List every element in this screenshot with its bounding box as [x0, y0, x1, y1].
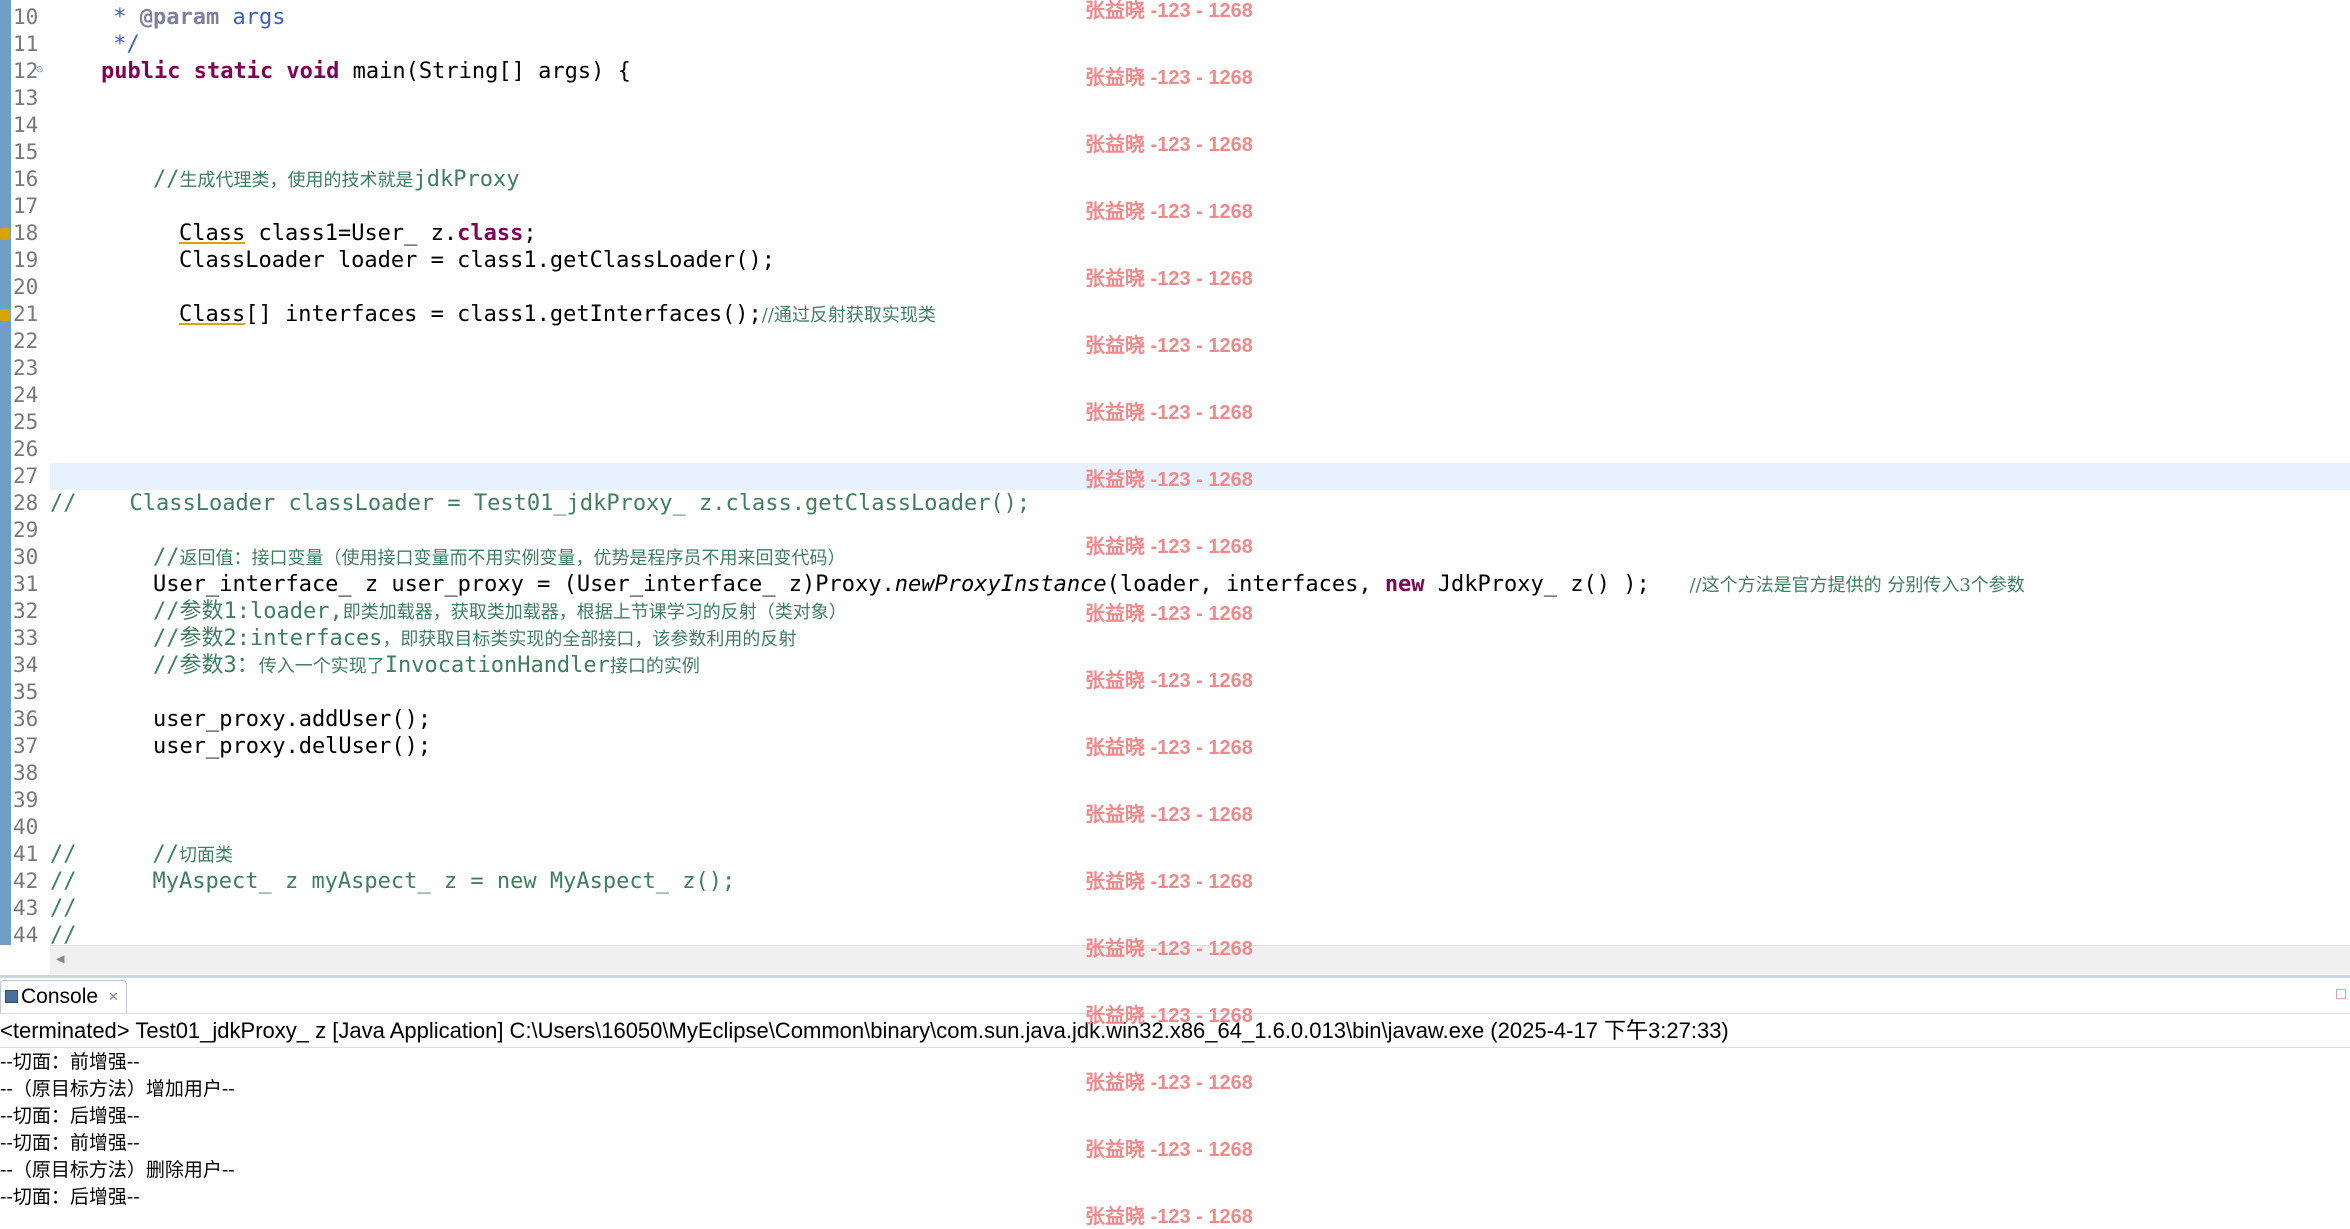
code-line-36: user_proxy.addUser();: [153, 707, 432, 732]
watermark-text: 张益晓 -123 - 1268: [1085, 268, 1253, 290]
watermark-text: 张益晓 -123 - 1268: [1085, 938, 1253, 960]
code-line-37: user_proxy.delUser();: [153, 734, 432, 759]
console-output-line: --切面：前增强--: [0, 1051, 140, 1073]
tab-console[interactable]: Console ✕: [0, 980, 127, 1013]
warning-marker-icon[interactable]: [0, 309, 10, 321]
code-line-11: */: [100, 32, 140, 57]
console-output-line: --切面：后增强--: [0, 1105, 140, 1127]
code-line-32: //参数1:loader,即类加载器，获取类加载器，根据上节课学习的反射（类对象…: [153, 599, 847, 624]
watermark-text: 张益晓 -123 - 1268: [1085, 1206, 1253, 1228]
code-line-28: //ClassLoader classLoader = Test01_jdkPr…: [50, 491, 1031, 516]
console-output-line: --（原目标方法）增加用户--: [0, 1078, 235, 1100]
code-line-12: public static void main(String[] args) {: [101, 59, 631, 84]
code-line-16: //生成代理类，使用的技术就是jdkProxy: [153, 167, 520, 192]
watermark-text: 张益晓 -123 - 1268: [1085, 670, 1253, 692]
code-line-18: Class class1=User_ z.class;: [179, 221, 537, 246]
watermark-text: 张益晓 -123 - 1268: [1085, 737, 1253, 759]
warning-marker-icon[interactable]: [0, 228, 10, 240]
watermark-text: 张益晓 -123 - 1268: [1085, 1139, 1253, 1161]
watermark-text: 张益晓 -123 - 1268: [1085, 804, 1253, 826]
watermark-text: 张益晓 -123 - 1268: [1085, 67, 1253, 89]
watermark-text: 张益晓 -123 - 1268: [1085, 0, 1253, 22]
code-line-31: User_interface_ z user_proxy = (User_int…: [153, 572, 2025, 597]
console-output-line: --切面：后增强--: [0, 1186, 140, 1208]
console-output-line: --（原目标方法）删除用户--: [0, 1159, 235, 1181]
close-icon[interactable]: ✕: [108, 981, 119, 1013]
code-line-41: ////切面类: [50, 842, 233, 867]
watermark-text: 张益晓 -123 - 1268: [1085, 603, 1253, 625]
scroll-left-icon[interactable]: ◀: [56, 951, 64, 967]
console-icon: [5, 990, 18, 1003]
console-status-line: <terminated> Test01_jdkProxy_ z [Java Ap…: [0, 1018, 1729, 1043]
watermark-text: 张益晓 -123 - 1268: [1085, 536, 1253, 558]
watermark-text: 张益晓 -123 - 1268: [1085, 469, 1253, 491]
code-line-42: //MyAspect_ z myAspect_ z = new MyAspect…: [50, 869, 736, 894]
code-line-10: * @param args: [100, 5, 286, 30]
code-line-34: //参数3：传入一个实现了InvocationHandler接口的实例: [153, 653, 700, 678]
watermark-text: 张益晓 -123 - 1268: [1085, 201, 1253, 223]
code-line-19: ClassLoader loader = class1.getClassLoad…: [179, 248, 776, 273]
watermark-text: 张益晓 -123 - 1268: [1085, 1005, 1253, 1027]
code-line-30: //返回值：接口变量（使用接口变量而不用实例变量，优势是程序员不用来回变代码）: [153, 545, 846, 570]
divider: [0, 1047, 2350, 1048]
minimize-icon[interactable]: [2336, 989, 2346, 999]
console-tab-label: Console: [21, 985, 99, 1008]
code-line-21: Class[] interfaces = class1.getInterface…: [179, 302, 936, 327]
watermark-text: 张益晓 -123 - 1268: [1085, 402, 1253, 424]
code-line-43: //: [50, 896, 77, 921]
watermark-text: 张益晓 -123 - 1268: [1085, 871, 1253, 893]
code-line-33: //参数2:interfaces，即获取目标类实现的全部接口，该参数利用的反射: [153, 626, 797, 651]
watermark-text: 张益晓 -123 - 1268: [1085, 1072, 1253, 1094]
console-output-line: --切面：前增强--: [0, 1132, 140, 1154]
watermark-text: 张益晓 -123 - 1268: [1085, 335, 1253, 357]
watermark-text: 张益晓 -123 - 1268: [1085, 134, 1253, 156]
fold-toggle-icon[interactable]: ⊖: [36, 62, 43, 76]
